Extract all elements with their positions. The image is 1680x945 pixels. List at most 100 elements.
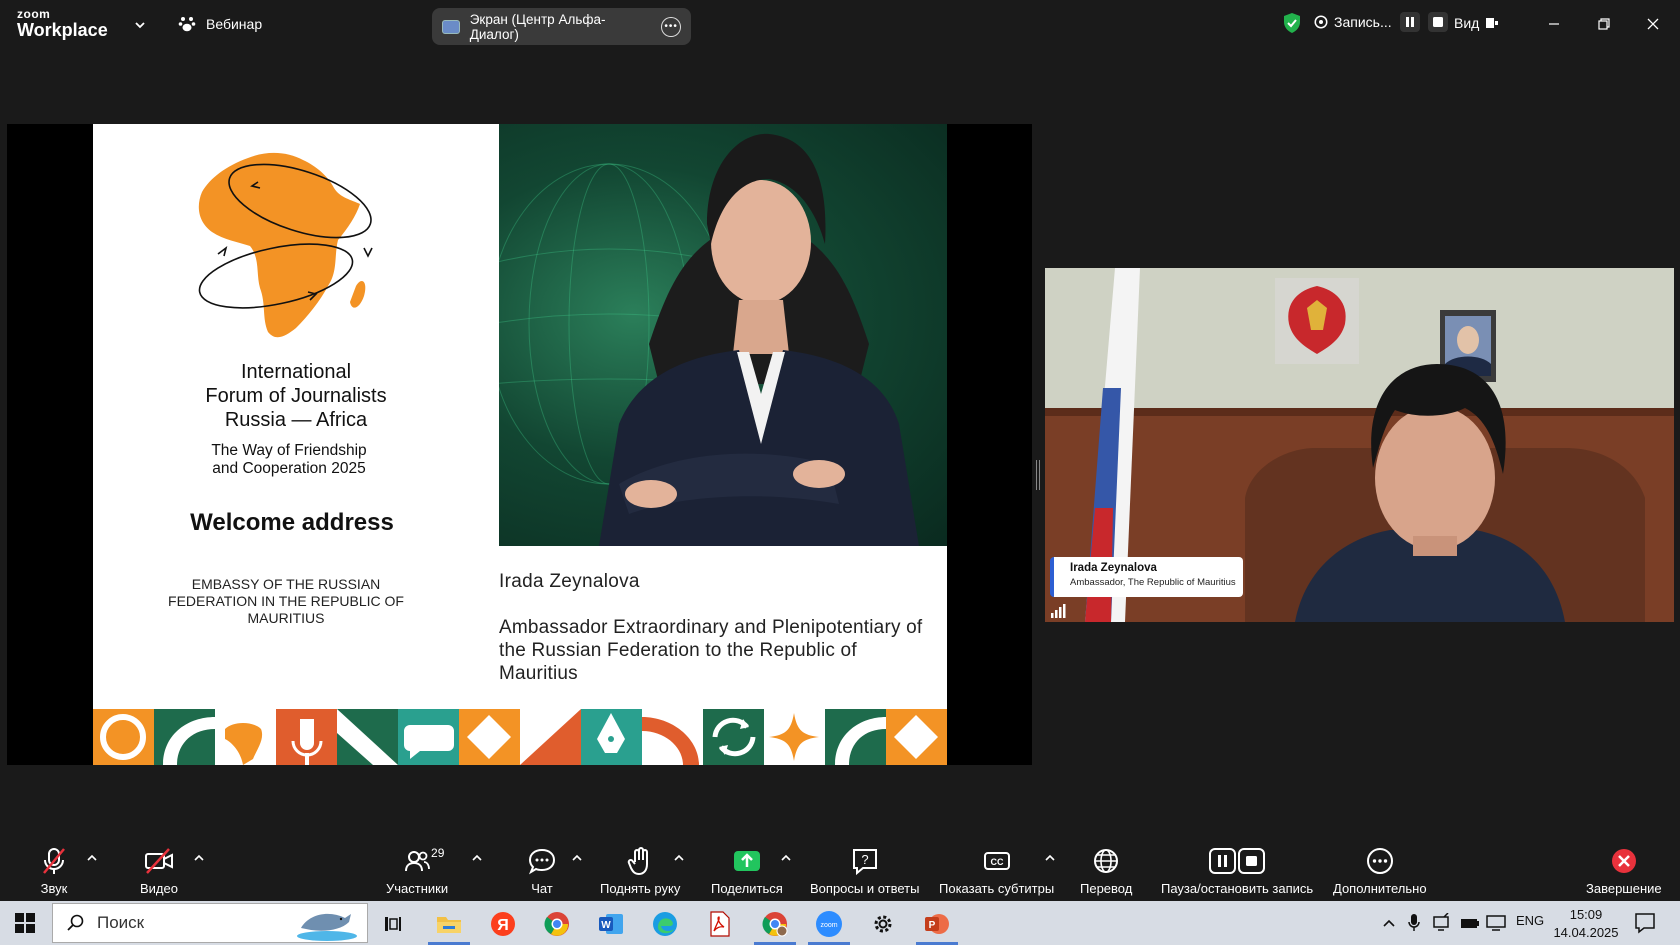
more-button[interactable]: Дополнительно	[1333, 846, 1427, 896]
end-meeting-button[interactable]: Завершение	[1586, 846, 1662, 896]
taskbar-acrobat[interactable]	[694, 905, 744, 943]
forum-subtitle-line: The Way of Friendship	[211, 442, 367, 459]
pdf-reader-icon	[710, 911, 730, 937]
shared-screen[interactable]: International Forum of Journalists Russi…	[7, 124, 1032, 765]
participant-video[interactable]: Irada Zeynalova Ambassador, The Republic…	[1045, 268, 1674, 622]
connection-signal-icon[interactable]	[1050, 604, 1066, 618]
pause-stop-recording-button[interactable]: Пауза/остановить запись	[1161, 846, 1313, 896]
word-icon: W	[599, 914, 623, 934]
captions-options-chevron-icon[interactable]	[1044, 852, 1056, 864]
chrome-profile-icon	[762, 912, 788, 937]
pause-stop-icon	[1209, 848, 1266, 874]
tray-battery-icon[interactable]	[1460, 915, 1480, 931]
view-label: Вид	[1454, 15, 1480, 31]
minimize-icon	[1549, 23, 1559, 25]
taskbar-chrome-profile[interactable]	[750, 905, 800, 945]
screen-share-label: Экран (Центр Альфа-Диалог)	[469, 11, 606, 42]
audio-label: Звук	[40, 881, 68, 896]
windows-logo-icon	[15, 913, 35, 933]
taskbar-chrome[interactable]	[532, 905, 582, 943]
pause-recording-button[interactable]	[1399, 12, 1420, 32]
chat-button[interactable]: Чат	[528, 846, 556, 896]
share-options-chevron-icon[interactable]	[780, 852, 792, 864]
taskbar-settings[interactable]	[858, 905, 908, 943]
tray-microphone-icon[interactable]	[1408, 913, 1420, 933]
globe-icon	[1094, 849, 1119, 873]
video-options-chevron-icon[interactable]	[193, 852, 205, 864]
task-view-button[interactable]	[368, 905, 418, 943]
share-label: Поделиться	[711, 881, 783, 896]
chevron-down-icon[interactable]	[133, 18, 147, 32]
chrome-icon	[544, 912, 569, 936]
welcome-heading: Welcome address	[190, 509, 394, 536]
participants-button[interactable]: 29 Участники	[386, 846, 448, 896]
svg-text:CC: CC	[990, 857, 1003, 867]
tray-network-icon[interactable]	[1432, 913, 1452, 933]
tray-clock[interactable]: 15:09 14.04.2025	[1546, 906, 1626, 942]
screen-share-indicator[interactable]: Экран (Центр Альфа-Диалог) •••	[432, 8, 691, 45]
webinar-indicator[interactable]: Вебинар	[178, 15, 262, 33]
recording-indicator[interactable]: Запись...	[1316, 12, 1448, 32]
audio-button[interactable]: Звук	[40, 846, 68, 896]
taskbar-yandex-browser[interactable]: Я	[478, 905, 528, 943]
microphone-muted-icon	[43, 848, 65, 874]
tray-display-icon[interactable]	[1486, 913, 1506, 933]
clock-date: 14.04.2025	[1553, 925, 1619, 940]
raise-hand-options-chevron-icon[interactable]	[673, 852, 685, 864]
restore-icon	[1598, 18, 1610, 30]
video-label: Видео	[140, 881, 178, 896]
notifications-icon[interactable]	[1634, 912, 1656, 934]
qa-label: Вопросы и ответы	[810, 881, 920, 896]
start-button[interactable]	[15, 913, 35, 938]
folder-icon	[437, 917, 461, 933]
forum-subtitle-line: and Cooperation 2025	[212, 460, 366, 477]
closed-captions-icon: CC	[983, 852, 1010, 870]
close-icon	[1647, 18, 1659, 30]
stop-recording-button[interactable]	[1427, 12, 1448, 32]
minimize-button[interactable]	[1542, 12, 1566, 36]
recording-label: Запись...	[1334, 14, 1392, 30]
tray-language[interactable]: ENG	[1516, 913, 1544, 928]
svg-text:P: P	[929, 920, 936, 931]
participants-label: Участники	[386, 881, 449, 896]
speaker-role: Ambassador Extraordinary and Plenipotent…	[499, 617, 923, 684]
view-button[interactable]: Вид	[1454, 15, 1499, 31]
presentation-slide: International Forum of Journalists Russi…	[93, 124, 947, 765]
audio-options-chevron-icon[interactable]	[86, 852, 98, 864]
paw-icon	[178, 17, 196, 32]
taskbar-word[interactable]: W	[586, 905, 636, 943]
qa-button[interactable]: ? Вопросы и ответы	[810, 846, 919, 896]
more-options-icon[interactable]: •••	[661, 16, 681, 37]
panel-splitter-handle[interactable]	[1036, 460, 1040, 490]
svg-text:W: W	[601, 920, 611, 931]
more-label: Дополнительно	[1333, 881, 1427, 896]
close-button[interactable]	[1641, 12, 1665, 36]
participant-role: Ambassador, The Republic of Mauritius	[1070, 577, 1236, 588]
restore-button[interactable]	[1592, 12, 1616, 36]
windows-taskbar: Поиск Я W zoom P ENG 15:09 14.04.2025	[0, 901, 1680, 945]
taskbar-search-box[interactable]: Поиск	[52, 903, 368, 943]
slide-left-panel: International Forum of Journalists Russi…	[93, 124, 499, 709]
taskbar-powerpoint[interactable]: P	[912, 905, 962, 945]
pause-stop-recording-label: Пауза/остановить запись	[1161, 881, 1314, 896]
chat-options-chevron-icon[interactable]	[571, 852, 583, 864]
svg-text:?: ?	[861, 852, 868, 867]
taskbar-edge[interactable]	[640, 905, 690, 943]
more-options-circle-icon	[1366, 848, 1393, 874]
raise-hand-button[interactable]: Поднять руку	[600, 846, 680, 896]
taskbar-zoom[interactable]: zoom	[804, 905, 854, 945]
tray-chevron-up-icon[interactable]	[1382, 917, 1396, 929]
participants-options-chevron-icon[interactable]	[471, 852, 483, 864]
share-button[interactable]: Поделиться	[711, 846, 783, 896]
zoom-logo[interactable]: zoom Workplace	[17, 8, 108, 39]
speaker-photo	[499, 124, 947, 546]
forum-title-line: International	[240, 361, 352, 383]
edge-icon	[653, 912, 677, 936]
captions-button[interactable]: CC Показать субтитры	[939, 846, 1054, 896]
taskbar-file-explorer[interactable]	[424, 905, 474, 945]
video-button[interactable]: Видео	[140, 846, 178, 896]
question-answer-icon: ?	[852, 849, 877, 876]
shield-check-icon[interactable]	[1282, 12, 1302, 34]
end-meeting-icon	[1611, 849, 1636, 873]
translate-button[interactable]: Перевод	[1080, 846, 1132, 896]
